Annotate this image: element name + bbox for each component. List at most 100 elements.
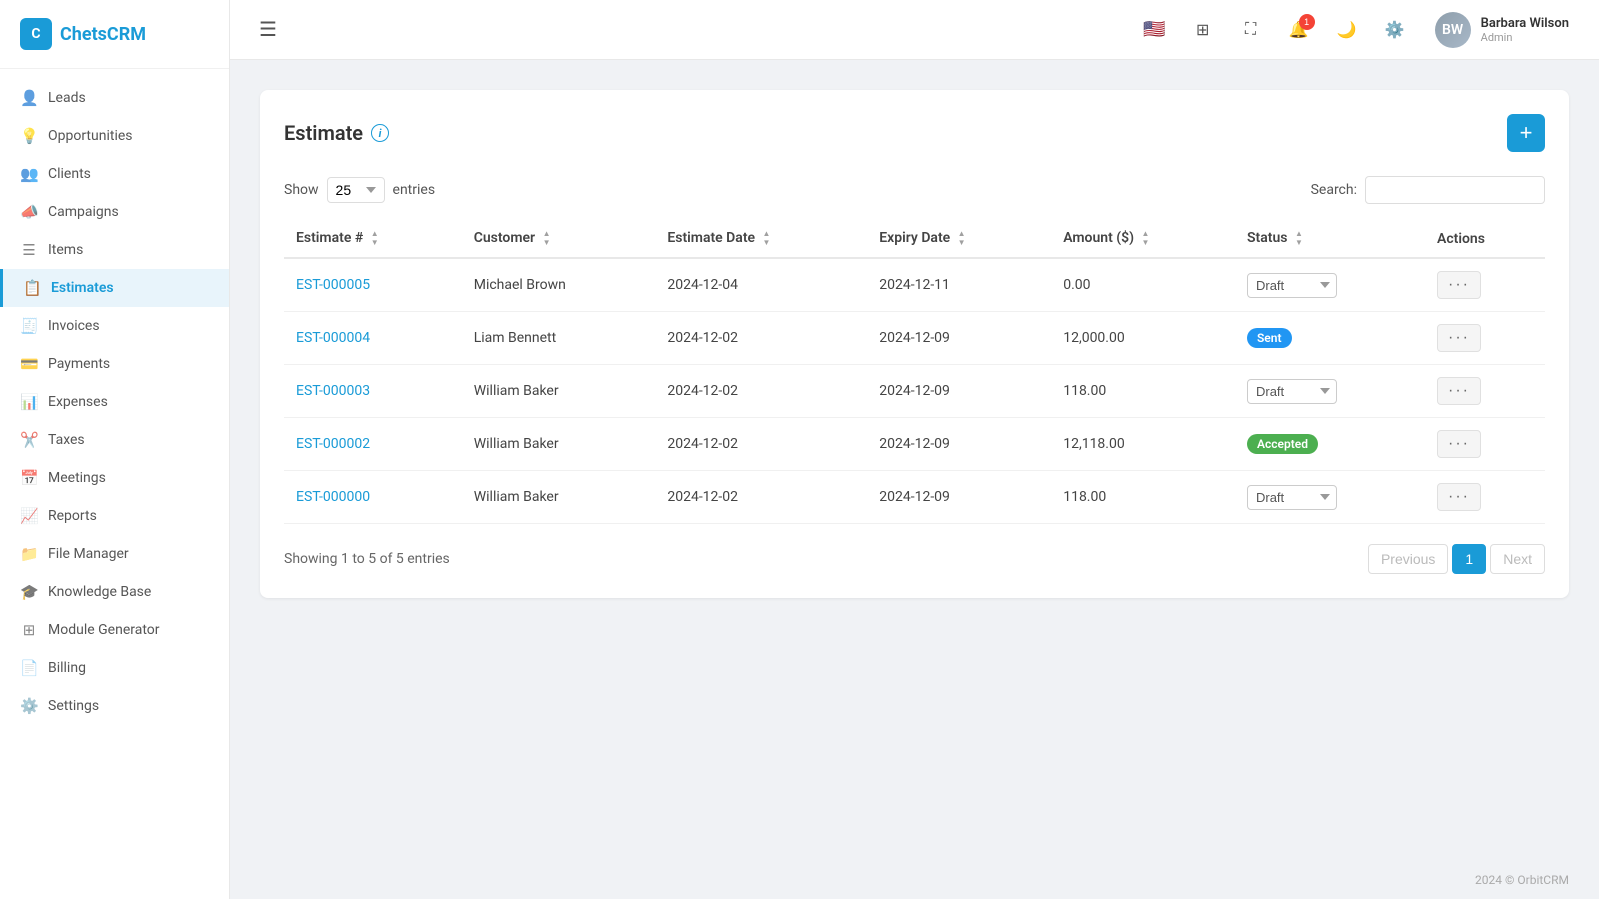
action-button-3[interactable]: ··· (1437, 430, 1481, 458)
estimate-link-4[interactable]: EST-000000 (284, 471, 462, 524)
estimate-link-1[interactable]: EST-000004 (284, 312, 462, 365)
status-select-4[interactable]: DraftSentAccepted (1247, 485, 1337, 510)
entries-select[interactable]: 102550100 (327, 177, 385, 203)
amount-cell-1: 12,000.00 (1051, 312, 1235, 365)
settings-button[interactable]: ⚙️ (1377, 12, 1413, 48)
sidebar-item-clients[interactable]: 👥 Clients (0, 155, 229, 193)
customer-cell-2: William Baker (462, 365, 656, 418)
nav-label-estimates: Estimates (51, 280, 114, 296)
table-header: Estimate # ▲▼ Customer ▲▼ Estimate Date … (284, 220, 1545, 258)
estimate-date-cell-3: 2024-12-02 (655, 418, 867, 471)
user-section[interactable]: BW Barbara Wilson Admin (1425, 6, 1579, 54)
previous-button[interactable]: Previous (1368, 544, 1448, 574)
sidebar-item-estimates[interactable]: 📋 Estimates (0, 269, 229, 307)
col-customer[interactable]: Customer ▲▼ (462, 220, 656, 258)
dark-mode-button[interactable]: 🌙 (1329, 12, 1365, 48)
table-controls: Show 102550100 entries Search: (284, 176, 1545, 204)
notifications-button[interactable]: 🔔 1 (1281, 12, 1317, 48)
action-button-2[interactable]: ··· (1437, 377, 1481, 405)
sidebar-item-knowledge-base[interactable]: 🎓 Knowledge Base (0, 573, 229, 611)
search-section: Search: (1311, 176, 1545, 204)
sidebar-item-items[interactable]: ☰ Items (0, 231, 229, 269)
nav-label-items: Items (48, 242, 83, 258)
add-estimate-button[interactable]: + (1507, 114, 1545, 152)
estimate-link-3[interactable]: EST-000002 (284, 418, 462, 471)
page-header: Estimate i + (284, 114, 1545, 152)
status-select-2[interactable]: DraftSentAccepted (1247, 379, 1337, 404)
nav-label-campaigns: Campaigns (48, 204, 119, 220)
next-button[interactable]: Next (1490, 544, 1545, 574)
expiry-date-cell-0: 2024-12-11 (867, 258, 1051, 312)
col-status[interactable]: Status ▲▼ (1235, 220, 1425, 258)
col-amount[interactable]: Amount ($) ▲▼ (1051, 220, 1235, 258)
show-entries: Show 102550100 entries (284, 177, 435, 203)
logo-icon: C (20, 18, 52, 50)
action-button-4[interactable]: ··· (1437, 483, 1481, 511)
search-label: Search: (1311, 182, 1357, 198)
table-row: EST-000002 William Baker 2024-12-02 2024… (284, 418, 1545, 471)
customer-cell-0: Michael Brown (462, 258, 656, 312)
amount-cell-3: 12,118.00 (1051, 418, 1235, 471)
nav-label-file-manager: File Manager (48, 546, 129, 562)
col-actions: Actions (1425, 220, 1545, 258)
action-button-0[interactable]: ··· (1437, 271, 1481, 299)
status-cell-2: DraftSentAccepted (1235, 365, 1425, 418)
estimate-link-0[interactable]: EST-000005 (284, 258, 462, 312)
user-info: Barbara Wilson Admin (1481, 16, 1569, 44)
hamburger-button[interactable]: ☰ (250, 12, 286, 48)
nav-label-expenses: Expenses (48, 394, 108, 410)
logo[interactable]: C ChetsCRM (0, 0, 229, 69)
moon-icon: 🌙 (1337, 20, 1357, 40)
status-select-0[interactable]: DraftSentAccepted (1247, 273, 1337, 298)
info-icon[interactable]: i (371, 124, 389, 142)
nav-icon-settings: ⚙️ (20, 697, 38, 715)
col-estimate-num[interactable]: Estimate # ▲▼ (284, 220, 462, 258)
status-badge-sent-1: Sent (1247, 328, 1292, 348)
header: ☰ 🇺🇸 ⊞ ⛶ 🔔 1 🌙 ⚙️ BW Ba (230, 0, 1599, 60)
sidebar-item-campaigns[interactable]: 📣 Campaigns (0, 193, 229, 231)
nav-icon-billing: 📄 (20, 659, 38, 677)
sidebar-item-opportunities[interactable]: 💡 Opportunities (0, 117, 229, 155)
amount-cell-0: 0.00 (1051, 258, 1235, 312)
estimate-link-2[interactable]: EST-000003 (284, 365, 462, 418)
sidebar-item-settings[interactable]: ⚙️ Settings (0, 687, 229, 725)
language-button[interactable]: 🇺🇸 (1137, 12, 1173, 48)
sidebar-item-payments[interactable]: 💳 Payments (0, 345, 229, 383)
nav-icon-opportunities: 💡 (20, 127, 38, 145)
content: Estimate i + Show 102550100 entries Sear… (230, 60, 1599, 861)
status-cell-4: DraftSentAccepted (1235, 471, 1425, 524)
pagination-buttons: Previous 1 Next (1368, 544, 1545, 574)
sidebar-item-leads[interactable]: 👤 Leads (0, 79, 229, 117)
apps-button[interactable]: ⊞ (1185, 12, 1221, 48)
estimate-date-cell-2: 2024-12-02 (655, 365, 867, 418)
nav-label-taxes: Taxes (48, 432, 85, 448)
fullscreen-button[interactable]: ⛶ (1233, 12, 1269, 48)
nav-icon-leads: 👤 (20, 89, 38, 107)
nav-icon-payments: 💳 (20, 355, 38, 373)
col-expiry-date[interactable]: Expiry Date ▲▼ (867, 220, 1051, 258)
sidebar-item-invoices[interactable]: 🧾 Invoices (0, 307, 229, 345)
action-button-1[interactable]: ··· (1437, 324, 1481, 352)
sidebar-item-expenses[interactable]: 📊 Expenses (0, 383, 229, 421)
expiry-date-cell-4: 2024-12-09 (867, 471, 1051, 524)
sidebar-item-module-generator[interactable]: ⊞ Module Generator (0, 611, 229, 649)
showing-text: Showing 1 to 5 of 5 entries (284, 551, 450, 567)
sidebar-item-meetings[interactable]: 📅 Meetings (0, 459, 229, 497)
search-input[interactable] (1365, 176, 1545, 204)
nav-label-settings: Settings (48, 698, 99, 714)
sidebar-item-taxes[interactable]: ✂️ Taxes (0, 421, 229, 459)
nav-label-module-generator: Module Generator (48, 622, 160, 638)
sidebar-item-billing[interactable]: 📄 Billing (0, 649, 229, 687)
page-card: Estimate i + Show 102550100 entries Sear… (260, 90, 1569, 598)
gear-icon: ⚙️ (1385, 20, 1405, 40)
page-title: Estimate (284, 121, 363, 145)
page-1-button[interactable]: 1 (1452, 544, 1486, 574)
estimates-table: Estimate # ▲▼ Customer ▲▼ Estimate Date … (284, 220, 1545, 524)
status-cell-3: Accepted (1235, 418, 1425, 471)
col-estimate-date[interactable]: Estimate Date ▲▼ (655, 220, 867, 258)
sidebar-item-reports[interactable]: 📈 Reports (0, 497, 229, 535)
sidebar-item-file-manager[interactable]: 📁 File Manager (0, 535, 229, 573)
nav-label-reports: Reports (48, 508, 97, 524)
avatar: BW (1435, 12, 1471, 48)
footer: 2024 © OrbitCRM (230, 861, 1599, 899)
